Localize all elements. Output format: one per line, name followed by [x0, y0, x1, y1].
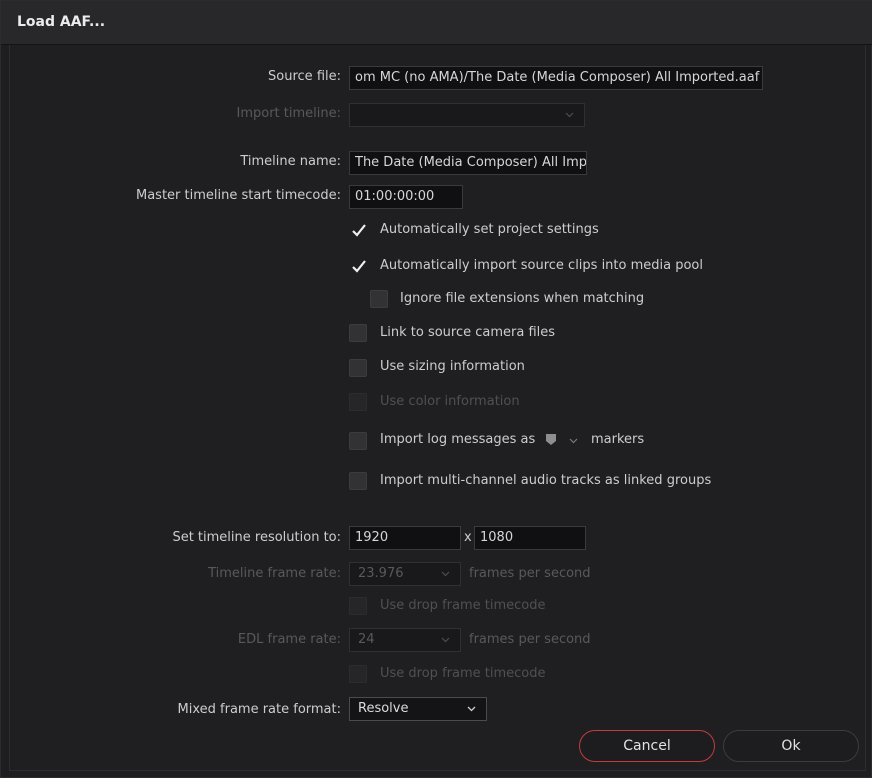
dialog-title: Load AAF...: [17, 14, 106, 30]
chevron-down-icon: [441, 571, 450, 577]
use-sizing-label: Use sizing information: [380, 359, 525, 374]
load-aaf-dialog: Load AAF... Source file: om MC (no AMA)/…: [0, 0, 872, 778]
mixed-frame-rate-label: Mixed frame rate format:: [177, 702, 341, 717]
chevron-down-icon: [467, 706, 476, 712]
link-camera-files-checkbox[interactable]: [349, 324, 367, 342]
import-timeline-select[interactable]: [349, 103, 585, 127]
multichannel-audio-label: Import multi-channel audio tracks as lin…: [380, 473, 712, 488]
master-timecode-field[interactable]: 01:00:00:00: [349, 185, 463, 209]
title-bar[interactable]: Load AAF...: [1, 1, 872, 45]
mixed-frame-rate-select[interactable]: Resolve: [349, 697, 487, 721]
source-file-label: Source file:: [268, 69, 341, 84]
auto-import-clips-label: Automatically import source clips into m…: [380, 258, 704, 273]
edl-fps-suffix: frames per second: [469, 632, 591, 647]
timeline-frame-rate-value: 23.976: [358, 566, 404, 581]
edl-frame-rate-select[interactable]: 24: [349, 628, 461, 652]
markers-suffix-label: markers: [591, 432, 645, 447]
checkmark-icon: [352, 260, 366, 273]
chevron-down-icon[interactable]: [569, 436, 578, 445]
timeline-frame-rate-select[interactable]: 23.976: [349, 562, 461, 586]
edl-frame-rate-value: 24: [358, 632, 375, 647]
use-color-label: Use color information: [380, 394, 520, 409]
use-sizing-checkbox[interactable]: [349, 359, 367, 377]
timeline-drop-frame-checkbox[interactable]: [349, 597, 367, 615]
mixed-frame-rate-value: Resolve: [358, 701, 409, 716]
timeline-name-field[interactable]: The Date (Media Composer) All Imp: [349, 151, 587, 175]
resolution-width-field[interactable]: 1920: [349, 526, 461, 550]
timeline-drop-frame-label: Use drop frame timecode: [380, 598, 546, 613]
resolution-x-label: x: [464, 530, 472, 545]
marker-color-icon[interactable]: [546, 434, 556, 445]
auto-project-settings-checkbox[interactable]: [349, 221, 367, 239]
auto-import-clips-checkbox[interactable]: [349, 257, 367, 275]
ignore-extensions-checkbox[interactable]: [370, 290, 388, 308]
ignore-extensions-label: Ignore file extensions when matching: [400, 291, 645, 306]
ok-button[interactable]: Ok: [723, 730, 859, 762]
timeline-frame-rate-label: Timeline frame rate:: [208, 566, 341, 581]
chevron-down-icon: [441, 637, 450, 643]
master-timecode-label: Master timeline start timecode:: [135, 188, 341, 203]
edl-drop-frame-checkbox[interactable]: [349, 665, 367, 683]
checkmark-icon: [352, 224, 366, 237]
resolution-height-field[interactable]: 1080: [474, 526, 586, 550]
use-color-checkbox[interactable]: [349, 393, 367, 411]
auto-project-settings-label: Automatically set project settings: [380, 222, 599, 237]
resolution-label: Set timeline resolution to:: [172, 530, 341, 545]
source-file-field[interactable]: om MC (no AMA)/The Date (Media Composer)…: [349, 66, 763, 90]
cancel-button[interactable]: Cancel: [579, 730, 715, 762]
multichannel-audio-checkbox[interactable]: [349, 472, 367, 490]
edl-frame-rate-label: EDL frame rate:: [237, 632, 341, 647]
import-log-messages-label: Import log messages as: [380, 432, 536, 447]
import-timeline-label: Import timeline:: [236, 106, 342, 121]
timeline-fps-suffix: frames per second: [469, 566, 591, 581]
import-log-messages-checkbox[interactable]: [349, 432, 367, 450]
link-camera-files-label: Link to source camera files: [380, 325, 556, 340]
edl-drop-frame-label: Use drop frame timecode: [380, 666, 546, 681]
chevron-down-icon: [565, 112, 574, 118]
timeline-name-label: Timeline name:: [240, 154, 341, 169]
